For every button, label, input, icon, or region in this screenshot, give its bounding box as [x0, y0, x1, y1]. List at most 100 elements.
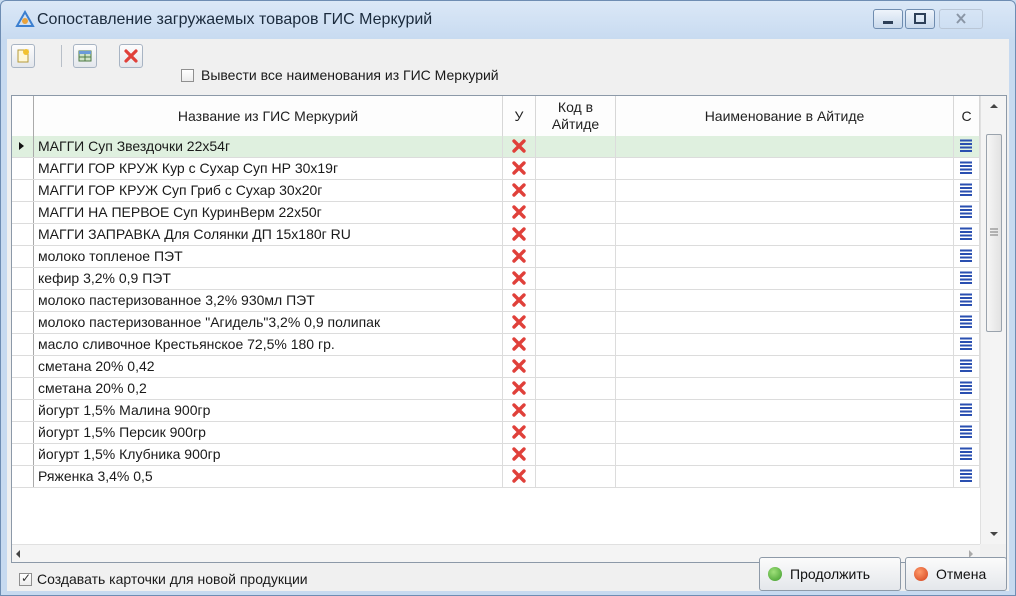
cell-aitida-name[interactable]	[616, 312, 954, 333]
cell-aitida-code[interactable]	[536, 444, 616, 465]
cell-aitida-code[interactable]	[536, 268, 616, 289]
cell-c[interactable]	[954, 444, 980, 465]
table-row[interactable]: МАГГИ ГОР КРУЖ Суп Гриб с Сухар 30х20г	[12, 180, 980, 202]
cell-aitida-code[interactable]	[536, 246, 616, 267]
cell-aitida-name[interactable]	[616, 290, 954, 311]
show-all-checkbox[interactable]	[181, 69, 194, 82]
cell-c[interactable]	[954, 158, 980, 179]
cell-aitida-name[interactable]	[616, 422, 954, 443]
header-u[interactable]: У	[503, 96, 536, 136]
row-indicator[interactable]	[12, 290, 34, 311]
scroll-up-icon[interactable]	[989, 102, 999, 110]
cell-mercury-name[interactable]: МАГГИ НА ПЕРВОЕ Суп КуринВерм 22х50г	[34, 202, 503, 223]
cell-mercury-name[interactable]: молоко топленое ПЭТ	[34, 246, 503, 267]
cell-c[interactable]	[954, 246, 980, 267]
table-row[interactable]: МАГГИ ГОР КРУЖ Кур с Сухар Суп НР 30х19г	[12, 158, 980, 180]
cell-mercury-name[interactable]: кефир 3,2% 0,9 ПЭТ	[34, 268, 503, 289]
list-icon[interactable]	[959, 271, 973, 285]
header-aitida-name[interactable]: Наименование в Айтиде	[616, 96, 954, 136]
cell-aitida-name[interactable]	[616, 400, 954, 421]
cell-u[interactable]	[503, 268, 536, 289]
list-icon[interactable]	[959, 425, 973, 439]
cell-aitida-name[interactable]	[616, 180, 954, 201]
row-indicator[interactable]	[12, 466, 34, 487]
cell-u[interactable]	[503, 378, 536, 399]
list-icon[interactable]	[959, 249, 973, 263]
list-icon[interactable]	[959, 183, 973, 197]
cell-mercury-name[interactable]: МАГГИ ЗАПРАВКА Для Солянки ДП 15х180г RU	[34, 224, 503, 245]
cell-aitida-code[interactable]	[536, 378, 616, 399]
table-row[interactable]: сметана 20% 0,42	[12, 356, 980, 378]
cell-mercury-name[interactable]: йогурт 1,5% Малина 900гр	[34, 400, 503, 421]
table-row[interactable]: МАГГИ НА ПЕРВОЕ Суп КуринВерм 22х50г	[12, 202, 980, 224]
cell-aitida-name[interactable]	[616, 334, 954, 355]
cell-aitida-code[interactable]	[536, 422, 616, 443]
list-icon[interactable]	[959, 315, 973, 329]
cell-aitida-name[interactable]	[616, 466, 954, 487]
cell-aitida-code[interactable]	[536, 158, 616, 179]
list-icon[interactable]	[959, 359, 973, 373]
table-row[interactable]: Ряженка 3,4% 0,5	[12, 466, 980, 488]
cell-u[interactable]	[503, 136, 536, 157]
cell-aitida-name[interactable]	[616, 158, 954, 179]
cell-c[interactable]	[954, 202, 980, 223]
cell-mercury-name[interactable]: МАГГИ ГОР КРУЖ Кур с Сухар Суп НР 30х19г	[34, 158, 503, 179]
cell-u[interactable]	[503, 422, 536, 443]
cell-c[interactable]	[954, 466, 980, 487]
row-indicator[interactable]	[12, 202, 34, 223]
cell-c[interactable]	[954, 334, 980, 355]
cell-mercury-name[interactable]: сметана 20% 0,42	[34, 356, 503, 377]
cell-aitida-code[interactable]	[536, 312, 616, 333]
cell-mercury-name[interactable]: сметана 20% 0,2	[34, 378, 503, 399]
row-indicator[interactable]	[12, 224, 34, 245]
cell-u[interactable]	[503, 290, 536, 311]
cell-aitida-name[interactable]	[616, 246, 954, 267]
cell-aitida-code[interactable]	[536, 180, 616, 201]
vertical-scrollbar[interactable]	[980, 96, 1006, 544]
scroll-down-icon[interactable]	[989, 530, 999, 538]
cell-u[interactable]	[503, 180, 536, 201]
cell-c[interactable]	[954, 268, 980, 289]
cell-u[interactable]	[503, 356, 536, 377]
cell-u[interactable]	[503, 246, 536, 267]
list-icon[interactable]	[959, 469, 973, 483]
cell-mercury-name[interactable]: Ряженка 3,4% 0,5	[34, 466, 503, 487]
row-indicator[interactable]	[12, 246, 34, 267]
cell-u[interactable]	[503, 334, 536, 355]
cell-c[interactable]	[954, 290, 980, 311]
vertical-scroll-thumb[interactable]	[986, 134, 1002, 332]
cell-aitida-name[interactable]	[616, 268, 954, 289]
table-row[interactable]: кефир 3,2% 0,9 ПЭТ	[12, 268, 980, 290]
cell-mercury-name[interactable]: молоко пастеризованное "Агидель"3,2% 0,9…	[34, 312, 503, 333]
row-indicator[interactable]	[12, 158, 34, 179]
cell-aitida-code[interactable]	[536, 290, 616, 311]
cell-aitida-name[interactable]	[616, 444, 954, 465]
cell-c[interactable]	[954, 180, 980, 201]
table-row[interactable]: масло сливочное Крестьянское 72,5% 180 г…	[12, 334, 980, 356]
delete-button[interactable]	[119, 44, 143, 68]
create-cards-checkbox[interactable]	[19, 571, 32, 586]
maximize-button[interactable]	[905, 9, 935, 29]
cell-aitida-code[interactable]	[536, 202, 616, 223]
cell-aitida-code[interactable]	[536, 334, 616, 355]
table-row[interactable]: йогурт 1,5% Клубника 900гр	[12, 444, 980, 466]
header-name[interactable]: Название из ГИС Меркурий	[34, 96, 503, 136]
table-row[interactable]: молоко пастеризованное "Агидель"3,2% 0,9…	[12, 312, 980, 334]
cell-mercury-name[interactable]: масло сливочное Крестьянское 72,5% 180 г…	[34, 334, 503, 355]
header-code[interactable]: Код в Айтиде	[536, 96, 616, 136]
cell-u[interactable]	[503, 202, 536, 223]
close-button[interactable]	[939, 9, 983, 29]
cell-c[interactable]	[954, 136, 980, 157]
table-row[interactable]: йогурт 1,5% Персик 900гр	[12, 422, 980, 444]
table-row[interactable]: МАГГИ ЗАПРАВКА Для Солянки ДП 15х180г RU	[12, 224, 980, 246]
scroll-left-icon[interactable]	[14, 549, 22, 559]
cell-mercury-name[interactable]: МАГГИ Суп Звездочки 22х54г	[34, 136, 503, 157]
cell-aitida-name[interactable]	[616, 224, 954, 245]
new-button[interactable]	[11, 44, 35, 68]
cell-aitida-name[interactable]	[616, 378, 954, 399]
cell-u[interactable]	[503, 312, 536, 333]
list-icon[interactable]	[959, 161, 973, 175]
link-button[interactable]	[73, 44, 97, 68]
cell-aitida-code[interactable]	[536, 224, 616, 245]
row-indicator[interactable]	[12, 268, 34, 289]
